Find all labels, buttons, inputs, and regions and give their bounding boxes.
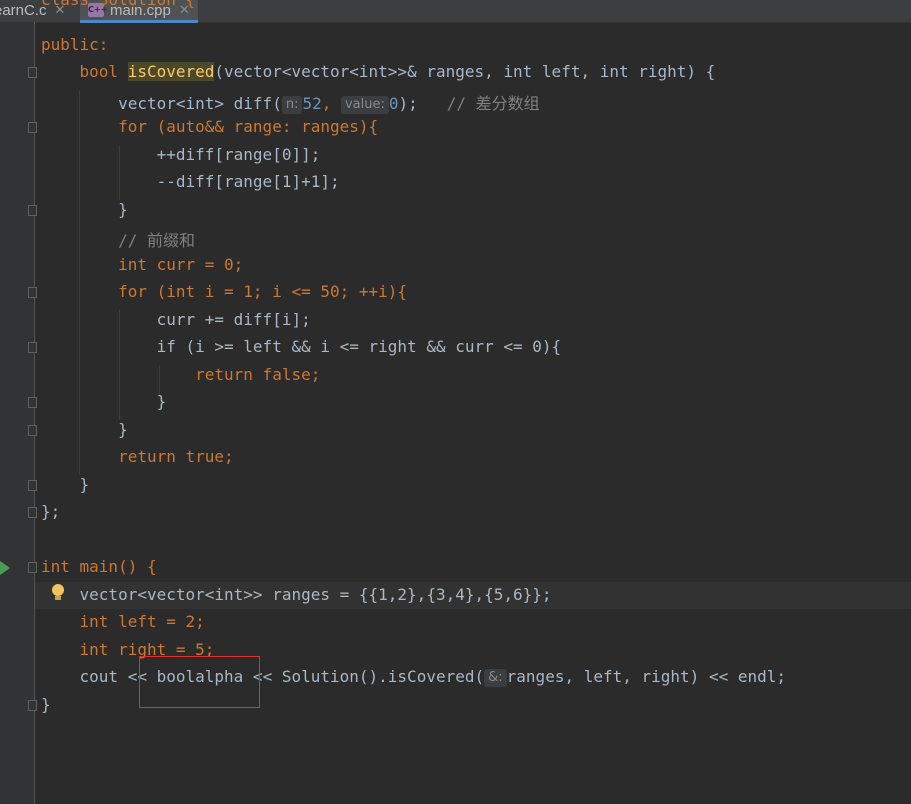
code-line-for-loop[interactable]: for (int i = 1; i <= 50; ++i){: [41, 282, 407, 301]
code-line-curr-add[interactable]: curr += diff[i];: [41, 310, 311, 329]
code-line-close-main[interactable]: }: [41, 695, 51, 714]
code-line-if[interactable]: if (i >= left && i <= right && curr <= 0…: [41, 337, 562, 356]
code-line-increment[interactable]: ++diff[range[0]];: [41, 145, 321, 164]
parameter-hint: &:: [484, 669, 507, 687]
tab-label: earnC.c: [0, 1, 47, 19]
fold-marker-icon[interactable]: [28, 397, 37, 408]
code-line-public[interactable]: public:: [41, 35, 108, 54]
parameter-hint: value:: [340, 96, 389, 114]
code-line-return-true[interactable]: return true;: [41, 447, 234, 466]
editor-gutter: [0, 22, 37, 804]
code-line-return-false[interactable]: return false;: [41, 365, 320, 384]
code-line-close-brace[interactable]: }: [41, 200, 128, 219]
fold-marker-icon[interactable]: [28, 342, 37, 353]
code-line-ranges-decl[interactable]: vector<vector<int>> ranges = {{1,2},{3,4…: [41, 585, 552, 604]
code-line-comment[interactable]: // 前缀和: [41, 227, 195, 251]
fold-marker-icon[interactable]: [28, 562, 37, 573]
code-line-left-decl[interactable]: int left = 2;: [41, 612, 205, 631]
code-line-for-range[interactable]: for (auto&& range: ranges){: [41, 117, 378, 136]
code-line-close-class[interactable]: };: [41, 502, 60, 521]
code-line-decrement[interactable]: --diff[range[1]+1];: [41, 172, 340, 191]
code-line-func-sig[interactable]: bool isCovered(vector<vector<int>>& rang…: [41, 62, 715, 81]
fold-marker-icon[interactable]: [28, 287, 37, 298]
fold-marker-icon[interactable]: [28, 205, 37, 216]
run-icon[interactable]: [0, 561, 10, 575]
fold-marker-icon[interactable]: [28, 700, 37, 711]
code-line-close-if[interactable]: }: [41, 392, 167, 411]
fold-marker-icon[interactable]: [28, 480, 37, 491]
code-line-close-func[interactable]: }: [41, 475, 90, 494]
code-line-diff-decl[interactable]: vector<int> diff(n: 52, value: 0); // 差分数组: [41, 90, 540, 114]
code-line-main-sig[interactable]: int main() {: [41, 557, 157, 576]
code-line-close-for[interactable]: }: [41, 420, 128, 439]
code-line-class-header[interactable]: class Solution {: [41, 0, 195, 9]
code-line-curr-decl[interactable]: int curr = 0;: [41, 255, 243, 274]
fold-marker-icon[interactable]: [28, 507, 37, 518]
fold-marker-icon[interactable]: [28, 425, 37, 436]
fold-marker-icon[interactable]: [28, 122, 37, 133]
fold-marker-icon[interactable]: [28, 67, 37, 78]
parameter-hint: n:: [281, 96, 303, 114]
annotation-highlight-box: [139, 656, 260, 708]
